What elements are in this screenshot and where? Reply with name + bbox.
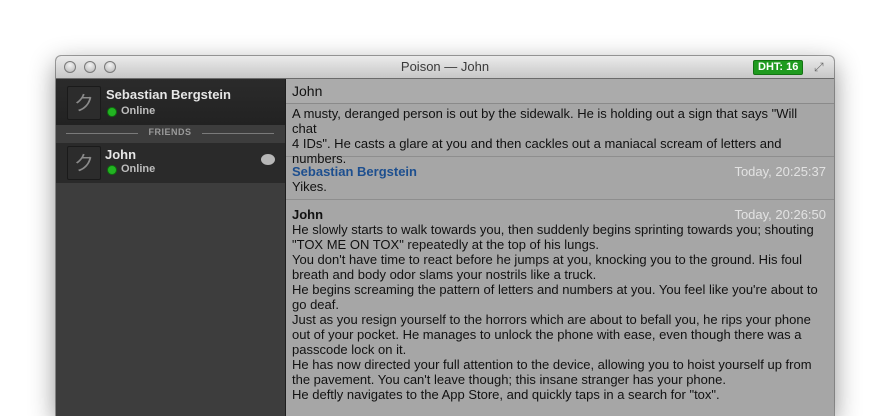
title-bar[interactable]: Poison — John DHT: 16 ⤢ [56, 56, 834, 79]
online-status-icon [108, 166, 116, 174]
self-status[interactable]: Online [121, 105, 155, 117]
message-timestamp: Today, 20:25:37 [734, 164, 826, 179]
message-line: out of your pocket. He manages to unlock… [292, 327, 802, 342]
message-line: Just as you resign yourself to the horro… [292, 312, 811, 327]
chat-pane: John A musty, deranged person is out by … [286, 79, 834, 416]
chat-header: John [286, 79, 834, 104]
message-line: You don't have time to react before he j… [292, 252, 803, 267]
fullscreen-icon[interactable]: ⤢ [814, 60, 828, 74]
message-line: go deaf. [292, 297, 339, 312]
message-line: passcode lock on it. [292, 342, 407, 357]
app-window: Poison — John DHT: 16 ⤢ ク Sebastian Berg… [56, 56, 834, 416]
message-line: He slowly starts to walk towards you, th… [292, 222, 814, 237]
self-name[interactable]: Sebastian Bergstein [106, 87, 231, 102]
message-line: "TOX ME ON TOX" repeatedly at the top of… [292, 237, 599, 252]
friend-avatar: ク [67, 146, 101, 180]
friend-name: John [105, 147, 137, 162]
message-line: He begins screaming the pattern of lette… [292, 282, 818, 297]
message-sender: Sebastian Bergstein [292, 164, 417, 179]
chat-title: John [292, 83, 323, 99]
message-line: He has now directed your full attention … [292, 357, 812, 372]
message-line: A musty, deranged person is out by the s… [292, 106, 798, 136]
friends-label: FRIENDS [148, 127, 192, 137]
window-title: Poison — John [400, 59, 490, 74]
friend-item-john[interactable]: ク John Online [56, 143, 285, 183]
message-sender: John [292, 207, 324, 222]
friend-status: Online [121, 163, 156, 175]
speech-bubble-icon [261, 154, 275, 165]
divider [202, 133, 274, 134]
dht-status-badge[interactable]: DHT: 16 [753, 60, 804, 75]
message-line: the pavement. You can't leave though; th… [292, 372, 726, 387]
message-block: A musty, deranged person is out by the s… [286, 106, 834, 166]
sidebar: ク Sebastian Bergstein Online FRIENDS ク J… [56, 79, 286, 416]
self-profile[interactable]: ク Sebastian Bergstein Online [56, 79, 285, 125]
online-status-icon [108, 108, 116, 116]
friends-section-header: FRIENDS [66, 125, 274, 141]
message-timestamp: Today, 20:26:50 [734, 207, 826, 222]
self-avatar[interactable]: ク [67, 86, 101, 120]
message-block: John Today, 20:26:50 He slowly starts to… [286, 200, 834, 416]
message-line: 4 IDs". He casts a glare at you and then… [292, 136, 782, 151]
message-body: He slowly starts to walk towards you, th… [286, 222, 822, 402]
message-line: breath and body odor slams your nostrils… [292, 267, 597, 282]
message-line: Yikes. [292, 179, 327, 194]
message-block: Sebastian Bergstein Today, 20:25:37 Yike… [286, 157, 834, 200]
